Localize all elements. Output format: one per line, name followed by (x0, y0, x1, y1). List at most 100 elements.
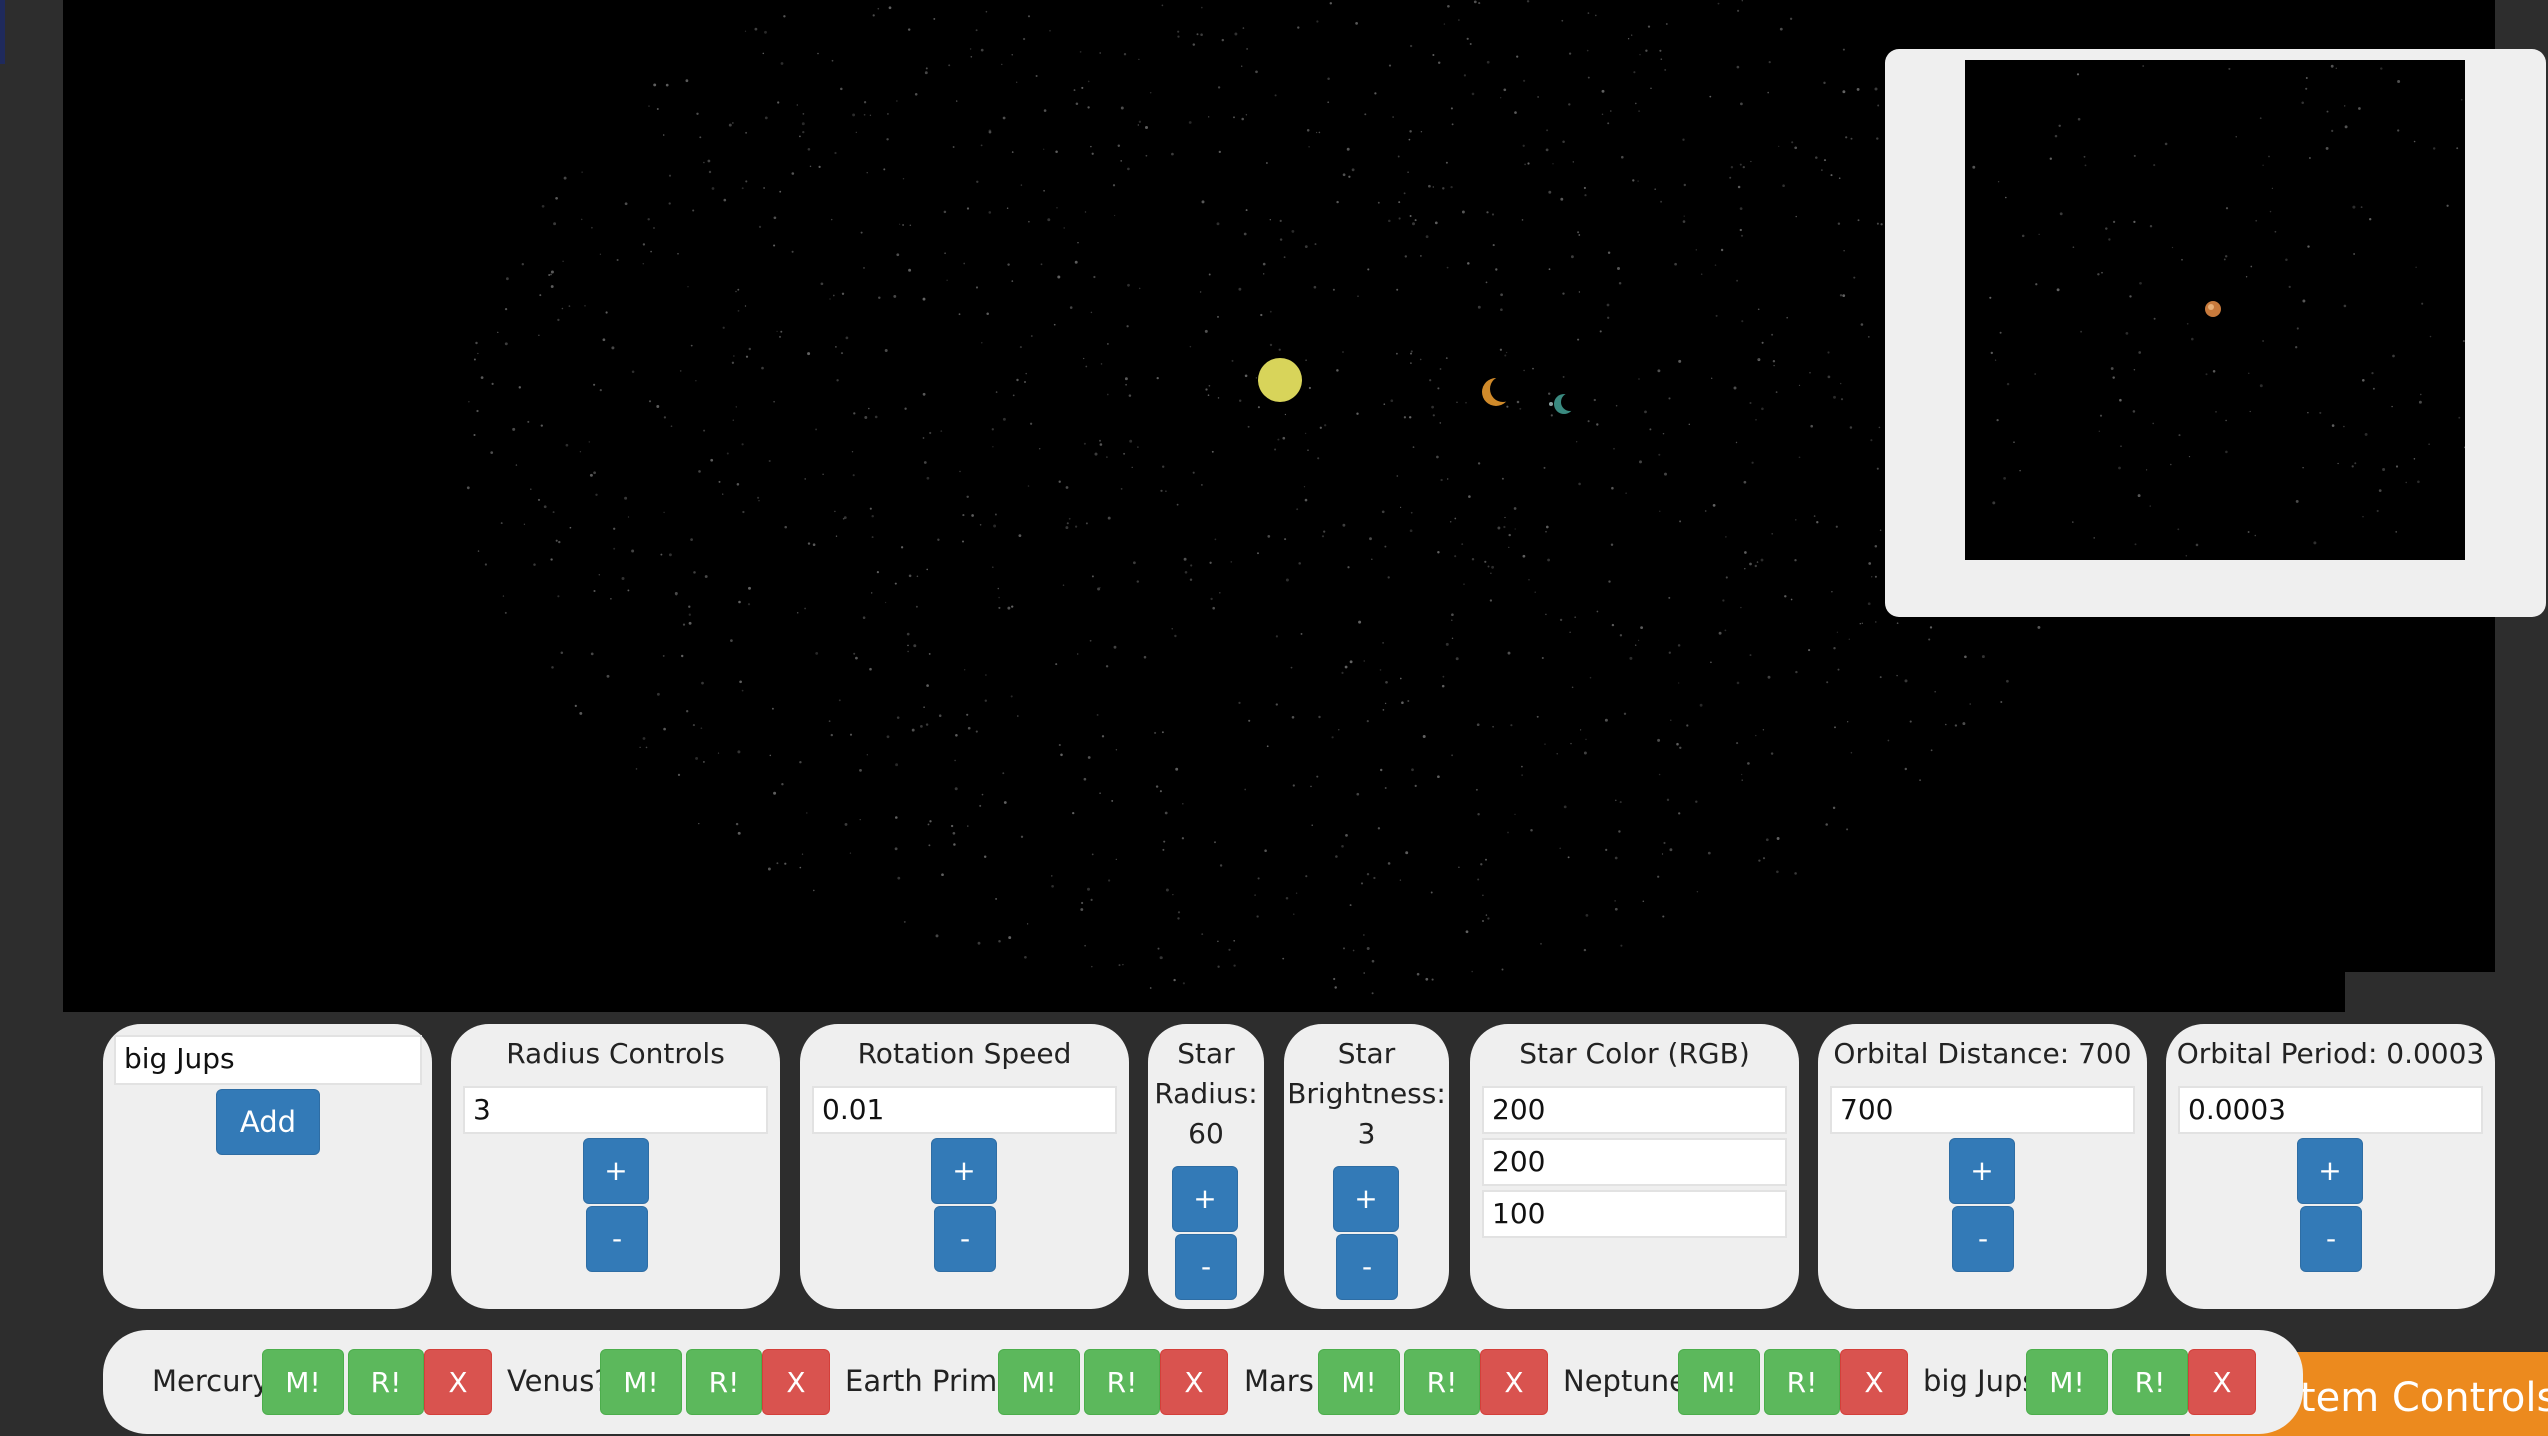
radius-plus-button[interactable]: + (583, 1138, 649, 1204)
orbital-period-plus-button[interactable]: + (2297, 1138, 2363, 1204)
background-star (736, 483, 740, 486)
planet-remove-button-mercury[interactable]: X (424, 1349, 492, 1415)
background-star (1379, 768, 1383, 772)
background-star (645, 746, 648, 749)
background-star (1830, 174, 1833, 177)
background-star (1695, 800, 1698, 803)
planet-label-venus: Venus? (507, 1364, 610, 1398)
background-star (560, 651, 564, 655)
star-radius-plus-button[interactable]: + (1172, 1166, 1238, 1232)
background-star (1996, 418, 1999, 422)
background-star (1058, 743, 1061, 747)
background-star (1317, 457, 1320, 460)
orbital-period-minus-button[interactable]: - (2300, 1206, 2362, 1272)
background-star (747, 603, 751, 606)
planet-remove-button-mars[interactable]: X (1480, 1349, 1548, 1415)
planet-rotate-button-earth-prime[interactable]: R! (1084, 1349, 1160, 1415)
background-star (1992, 501, 1996, 505)
background-star (1305, 875, 1308, 878)
background-star (1843, 250, 1845, 252)
orbital-distance-plus-button[interactable]: + (1949, 1138, 2015, 1204)
star-brightness-minus-button[interactable]: - (1336, 1234, 1398, 1300)
planet-move-button-venus[interactable]: M! (600, 1349, 682, 1415)
background-star (2325, 146, 2329, 150)
star-color-blue-input[interactable]: 100 (1482, 1190, 1787, 1238)
planet-move-button-big-jups[interactable]: M! (2026, 1349, 2108, 1415)
radius-controls-panel: Radius Controls 3 + - (451, 1024, 780, 1309)
rotation-minus-button[interactable]: - (934, 1206, 996, 1272)
star-brightness-plus-button[interactable]: + (1333, 1166, 1399, 1232)
orbital-distance-input[interactable]: 700 (1830, 1086, 2135, 1134)
background-star (1084, 211, 1087, 213)
background-star (1477, 878, 1480, 881)
planet-move-button-neptune[interactable]: M! (1678, 1349, 1760, 1415)
star-color-red-input[interactable]: 200 (1482, 1086, 1787, 1134)
orbital-period-input[interactable]: 0.0003 (2178, 1086, 2483, 1134)
background-star (477, 550, 480, 552)
planet-name-input[interactable]: big Jups (114, 1035, 422, 1085)
background-star (2228, 67, 2231, 70)
rotation-speed-input[interactable]: 0.01 (812, 1086, 1117, 1134)
background-star (2059, 212, 2063, 216)
rotation-plus-button[interactable]: + (931, 1138, 997, 1204)
star-radius-minus-button[interactable]: - (1175, 1234, 1237, 1300)
background-star (1482, 920, 1484, 922)
planet-rotate-button-big-jups[interactable]: R! (2112, 1349, 2188, 1415)
background-star (1207, 394, 1210, 397)
planet-rotate-button-neptune[interactable]: R! (1764, 1349, 1840, 1415)
planet-remove-button-big-jups[interactable]: X (2188, 1349, 2256, 1415)
planet-rotate-button-mars[interactable]: R! (1404, 1349, 1480, 1415)
background-star (1477, 813, 1480, 816)
background-star (871, 514, 874, 518)
background-star (2138, 351, 2142, 354)
planet-rotate-button-venus[interactable]: R! (686, 1349, 762, 1415)
background-star (1614, 856, 1618, 860)
background-star (741, 187, 744, 190)
background-star (2133, 154, 2136, 157)
background-star (642, 243, 646, 246)
planet-rotate-button-mercury[interactable]: R! (348, 1349, 424, 1415)
background-star (1729, 176, 1732, 179)
background-star (1761, 341, 1764, 344)
planet-move-button-earth-prime[interactable]: M! (998, 1349, 1080, 1415)
radius-input[interactable]: 3 (463, 1086, 768, 1134)
background-star (1182, 982, 1186, 985)
background-star (1443, 23, 1446, 25)
background-star (908, 268, 912, 272)
minimap-view[interactable] (1965, 60, 2465, 560)
star-color-green-input[interactable]: 200 (1482, 1138, 1787, 1186)
background-star (1637, 180, 1639, 182)
background-star (1115, 858, 1117, 861)
background-star (1345, 834, 1348, 837)
sun[interactable] (1258, 358, 1302, 402)
background-star (1241, 65, 1243, 67)
background-star (744, 305, 747, 307)
orbital-distance-minus-button[interactable]: - (1952, 1206, 2014, 1272)
background-star (2308, 157, 2311, 159)
background-star (1075, 102, 1079, 105)
small-moon[interactable] (1549, 402, 1553, 406)
add-planet-button[interactable]: Add (216, 1089, 320, 1155)
background-star (739, 680, 742, 684)
background-star (2000, 700, 2003, 704)
background-star (688, 605, 691, 608)
background-star (1658, 773, 1661, 776)
background-star (1647, 25, 1651, 28)
background-star (1561, 19, 1564, 22)
background-star (1505, 351, 1508, 354)
background-star (2247, 531, 2250, 533)
planet-remove-button-neptune[interactable]: X (1840, 1349, 1908, 1415)
background-star (656, 692, 660, 696)
background-star (1823, 159, 1827, 162)
planet-orange[interactable] (1482, 376, 1516, 406)
planet-teal[interactable] (1554, 393, 1579, 414)
minimap-canvas[interactable] (1965, 60, 2465, 560)
planet-move-button-mars[interactable]: M! (1318, 1349, 1400, 1415)
radius-minus-button[interactable]: - (586, 1206, 648, 1272)
background-star (1355, 22, 1358, 25)
background-star (506, 277, 509, 281)
planet-move-button-mercury[interactable]: M! (262, 1349, 344, 1415)
background-star (935, 934, 939, 938)
planet-remove-button-venus[interactable]: X (762, 1349, 830, 1415)
planet-remove-button-earth-prime[interactable]: X (1160, 1349, 1228, 1415)
